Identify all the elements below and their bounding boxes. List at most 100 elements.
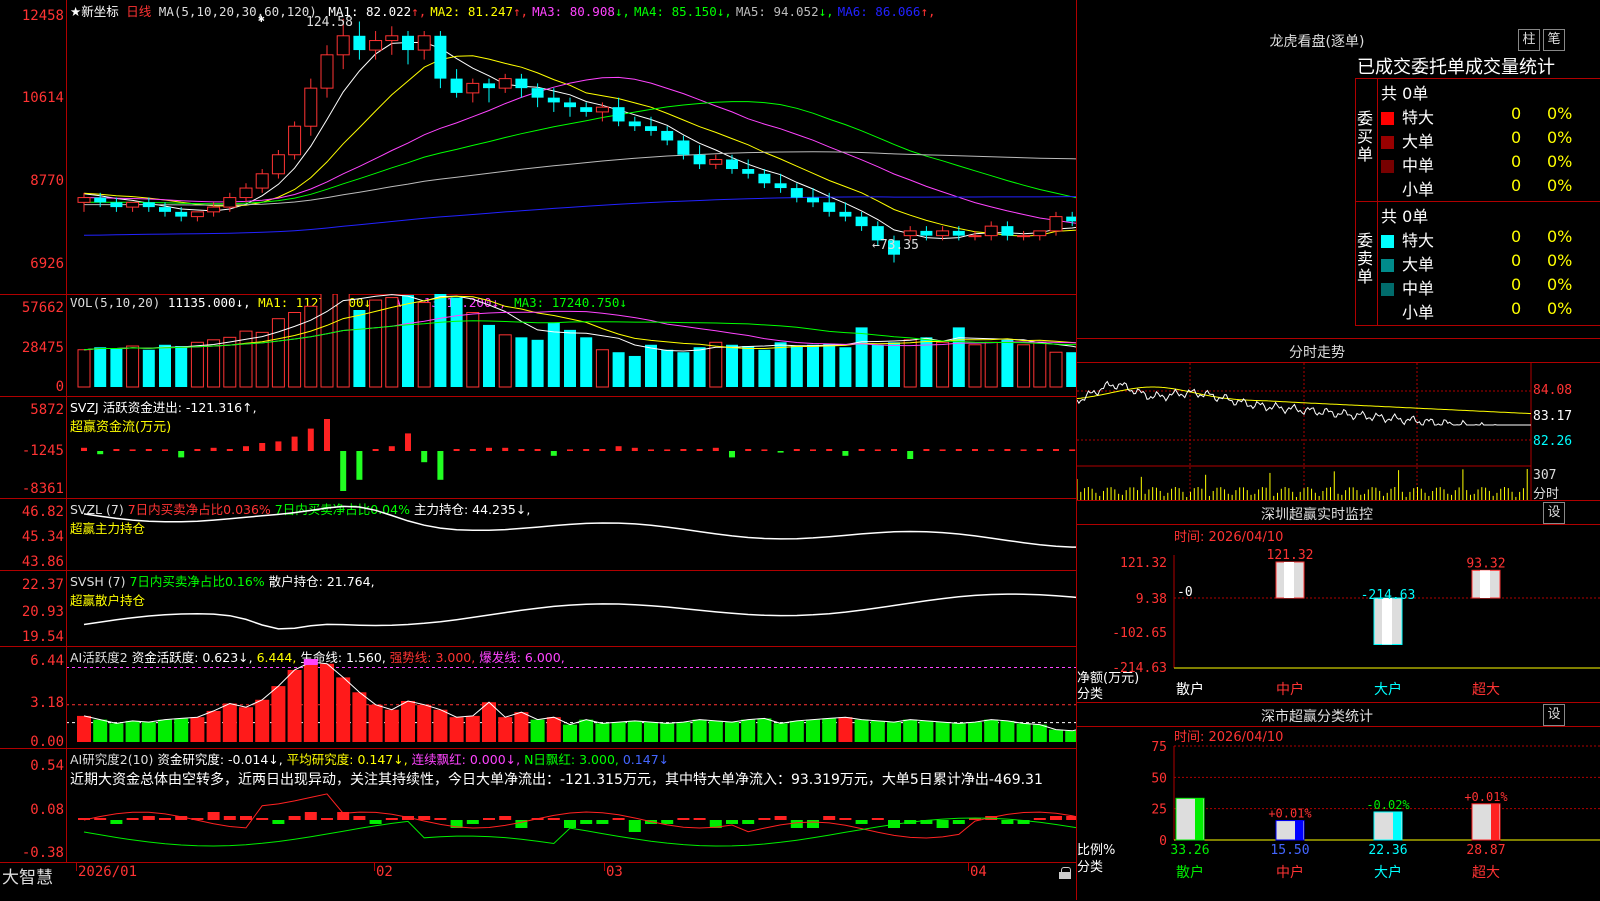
classify-y-label: 75 xyxy=(1151,740,1167,755)
volume-bar xyxy=(417,302,431,388)
monitor-y-label: -102.65 xyxy=(1112,626,1167,641)
activity-bar xyxy=(336,677,351,742)
axis-tick-mar xyxy=(604,863,605,871)
svzj-bar xyxy=(696,449,703,451)
volume-bar xyxy=(726,344,738,387)
activity-bar xyxy=(530,719,545,742)
volume-bar xyxy=(402,295,414,387)
classify-panel[interactable]: 深市超赢分类统计 设 时间: 2026/04/10 75 50 25 0 33.26 15… xyxy=(1077,702,1600,900)
y-axis-divider xyxy=(66,0,67,862)
volume-bar xyxy=(839,347,852,387)
dragon-tabs[interactable]: 已成交委托单成交量统计 xyxy=(1357,53,1555,79)
svzj-panel[interactable]: SVZJ 活跃资金进出: -121.316↑, 超赢资金流(万元) 5872 -… xyxy=(0,396,1076,499)
svsh-line xyxy=(83,593,1076,630)
svzj-bar xyxy=(291,436,298,451)
candle-body xyxy=(1033,230,1047,237)
classify-bar-edge xyxy=(1393,811,1401,840)
research-bar xyxy=(110,820,123,824)
buy-name: 中单 xyxy=(1402,156,1435,175)
svsh-panel[interactable]: SVSH (7) 7日内买卖净占比0.16% 散户持仓: 21.764, 超赢散… xyxy=(0,570,1076,647)
svzj-bar xyxy=(340,451,347,491)
classify-bar-edge xyxy=(1195,798,1203,840)
volume-bar xyxy=(807,344,819,387)
activity-bar xyxy=(757,718,772,742)
x-axis: 大智慧 2026/01 02 03 04 xyxy=(0,862,1076,901)
classify-change-label: +0.01% xyxy=(1464,790,1508,804)
activity-bar xyxy=(320,663,334,742)
svzj-bar xyxy=(810,449,816,451)
kline-y-label-3: 6926 xyxy=(30,256,64,272)
svzj-bar xyxy=(1036,449,1043,451)
volume-bar xyxy=(595,349,609,388)
buy-pct: 0% xyxy=(1547,176,1573,195)
candle-body xyxy=(984,225,998,237)
activity-bar xyxy=(206,710,221,742)
svsh-y-label-2: 19.54 xyxy=(21,629,64,645)
high-marker: ✱ xyxy=(258,12,265,25)
activity-bar xyxy=(449,717,464,742)
activity-bar xyxy=(725,722,739,742)
volume-bar xyxy=(126,345,140,388)
svzl-panel[interactable]: SVZL (7) 7日内买卖净占比0.036% 7日内买卖净占比0.04% 主力… xyxy=(0,498,1076,571)
classify-category: 超大 xyxy=(1472,865,1500,881)
svsh-chart xyxy=(83,593,1076,630)
svzl-y-label-0: 46.82 xyxy=(21,504,64,520)
research-bar xyxy=(1001,820,1014,824)
ai-activity-panel[interactable]: AI活跃度2 资金活跃度: 0.623↓, 6.444, 生命线: 1.560,… xyxy=(0,646,1076,750)
svzj-bar xyxy=(955,449,962,451)
monitor-value-label: 93.32 xyxy=(1466,556,1505,571)
buy-swatch xyxy=(1381,112,1394,125)
research-bar xyxy=(693,818,706,820)
realtime-monitor-panel[interactable]: 深圳超赢实时监控 设 时间: 2026/04/10 121.32 9.38 -102… xyxy=(1077,500,1600,703)
kline-panel[interactable]: ★新坐标 日线 MA(5,10,20,30,60,120) MA1: 82.02… xyxy=(0,0,1076,295)
candle-body xyxy=(790,188,803,198)
activity-bar xyxy=(546,717,561,742)
brand-logo[interactable]: 大智慧 xyxy=(2,863,53,888)
activity-bar xyxy=(287,669,302,742)
activity-bar xyxy=(222,703,237,742)
volume-panel[interactable]: VOL(5,10,20) 11135.000↓, MA1: 11275.600↓… xyxy=(0,294,1076,397)
sell-count: 0 xyxy=(1511,299,1522,318)
candle-body xyxy=(1001,226,1014,236)
monitor-zero-label: -0 xyxy=(1177,585,1193,600)
vol-y-label-1: 28475 xyxy=(21,340,64,356)
volume-bar xyxy=(855,327,868,387)
activity-bar xyxy=(676,722,691,742)
svzl-line xyxy=(83,505,1076,548)
research-bar xyxy=(1050,816,1062,820)
candle-body xyxy=(336,35,350,56)
candle-body xyxy=(369,40,383,51)
bar-toggle-button[interactable]: 柱 xyxy=(1518,29,1540,51)
lock-icon-body xyxy=(1059,872,1071,879)
activity-bar xyxy=(627,720,642,742)
research-bar xyxy=(596,820,609,824)
activity-bar xyxy=(498,717,513,742)
intraday-panel[interactable]: 分时走势 84.08 83.17 82.26 307 分时 xyxy=(1077,338,1600,502)
svzj-bar xyxy=(988,449,995,451)
activity-bar xyxy=(271,686,286,742)
stroke-toggle-button[interactable]: 笔 xyxy=(1543,29,1565,51)
sell-name: 大单 xyxy=(1402,255,1435,274)
ma-line-2 xyxy=(83,55,1076,237)
classify-category: 散户 xyxy=(1176,864,1204,881)
svzj-bar xyxy=(615,446,622,451)
activity-bar xyxy=(174,718,189,742)
volume-bar xyxy=(968,344,982,388)
vol-y-label-2: 0 xyxy=(55,379,64,395)
activity-bar xyxy=(822,718,837,742)
ai-research-panel[interactable]: AI研究度2(10) 资金研究度: -0.014↓, 平均研究度: 0.147↓… xyxy=(0,748,1076,862)
svzj-bar xyxy=(162,449,168,451)
buy-pct: 0% xyxy=(1547,104,1573,123)
research-bar xyxy=(256,818,269,820)
volume-bar xyxy=(612,352,625,387)
activity-bar xyxy=(806,719,820,742)
svzj-bar xyxy=(388,446,395,451)
x-label-mar: 03 xyxy=(606,864,623,880)
candle-body xyxy=(498,78,512,89)
candle-body xyxy=(920,230,933,236)
volume-bar xyxy=(466,311,480,388)
volume-bar xyxy=(1033,341,1047,388)
research-bar xyxy=(240,816,252,820)
volume-bar xyxy=(645,344,657,387)
buy-orders-label: 委买单 xyxy=(1357,109,1374,164)
